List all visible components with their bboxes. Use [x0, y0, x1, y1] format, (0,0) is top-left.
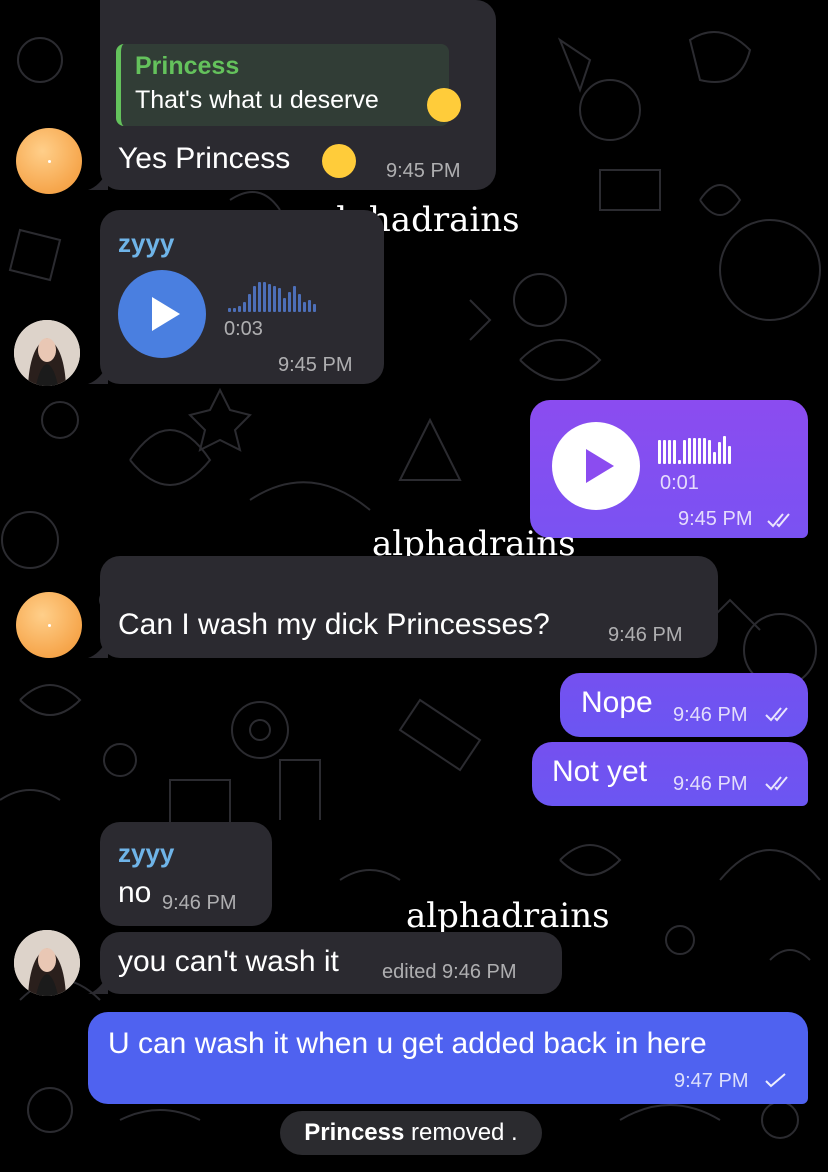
message-time: edited 9:46 PM	[382, 961, 517, 983]
kiss-face-emoji	[427, 88, 461, 122]
message-time: 9:46 PM	[673, 773, 748, 795]
voice-message-outgoing[interactable]: 0:01 9:45 PM	[530, 400, 808, 538]
message-time: 9:45 PM	[678, 508, 753, 530]
message-time: 9:46 PM	[162, 892, 237, 914]
play-icon	[586, 449, 614, 483]
service-action: removed .	[411, 1119, 518, 1146]
single-check-icon	[765, 1073, 786, 1088]
avatar[interactable]	[16, 128, 82, 194]
voice-message-incoming[interactable]: zyyy 0:03 9:45 PM	[100, 210, 384, 384]
message-text: Can I wash my dick Princesses?	[118, 608, 550, 641]
message-text: Yes Princess	[118, 142, 291, 175]
avatar[interactable]	[14, 320, 80, 386]
voice-duration: 0:01	[660, 472, 699, 494]
voice-duration: 0:03	[224, 318, 263, 340]
double-check-icon	[765, 707, 788, 722]
avatar-photo	[14, 320, 80, 386]
message-bubble-incoming[interactable]: you can't wash it edited 9:46 PM	[100, 932, 562, 994]
message-time: 9:45 PM	[386, 160, 461, 182]
message-text: Not yet	[552, 755, 648, 788]
message-text: Nope	[581, 686, 653, 719]
message-time: 9:46 PM	[608, 624, 683, 646]
play-button[interactable]	[552, 422, 640, 510]
message-bubble-incoming[interactable]: Princess That's what u deserve Yes Princ…	[100, 0, 496, 190]
message-bubble-incoming[interactable]: Can I wash my dick Princesses? 9:46 PM	[100, 556, 718, 658]
sender-name: zyyy	[118, 838, 175, 868]
message-text: you can't wash it	[118, 945, 339, 978]
reply-text: That's what u deserve	[135, 86, 379, 114]
message-text: U can wash it when u get added back in h…	[108, 1027, 707, 1060]
message-bubble-outgoing[interactable]: Nope 9:46 PM	[560, 673, 808, 737]
message-text: no	[118, 876, 152, 909]
voice-waveform[interactable]	[228, 280, 316, 312]
service-message: Princess removed .	[280, 1111, 542, 1155]
double-check-icon	[765, 776, 788, 791]
play-icon	[152, 297, 180, 331]
message-time: 9:46 PM	[673, 704, 748, 726]
avatar-photo	[14, 930, 80, 996]
play-button[interactable]	[118, 270, 206, 358]
bubble-tail	[88, 638, 108, 658]
watermark: alphadrains	[406, 896, 610, 936]
voice-waveform[interactable]	[658, 432, 731, 464]
service-user-name[interactable]: Princess	[304, 1119, 404, 1146]
sender-name: zyyy	[118, 228, 175, 258]
message-time: 9:47 PM	[674, 1070, 749, 1092]
double-check-icon	[767, 513, 790, 528]
message-time: 9:45 PM	[278, 354, 353, 376]
avatar[interactable]	[14, 930, 80, 996]
reply-sender-name: Princess	[135, 52, 240, 80]
bubble-tail	[88, 974, 108, 994]
reply-quote[interactable]: Princess That's what u deserve	[116, 44, 461, 126]
message-bubble-outgoing[interactable]: Not yet 9:46 PM	[532, 742, 808, 806]
bubble-tail	[88, 170, 108, 190]
avatar[interactable]	[16, 592, 82, 658]
message-bubble-incoming[interactable]: zyyy no 9:46 PM	[100, 822, 272, 926]
crying-face-emoji	[322, 144, 356, 178]
bubble-tail	[88, 364, 108, 384]
message-bubble-outgoing[interactable]: U can wash it when u get added back in h…	[88, 1012, 808, 1104]
